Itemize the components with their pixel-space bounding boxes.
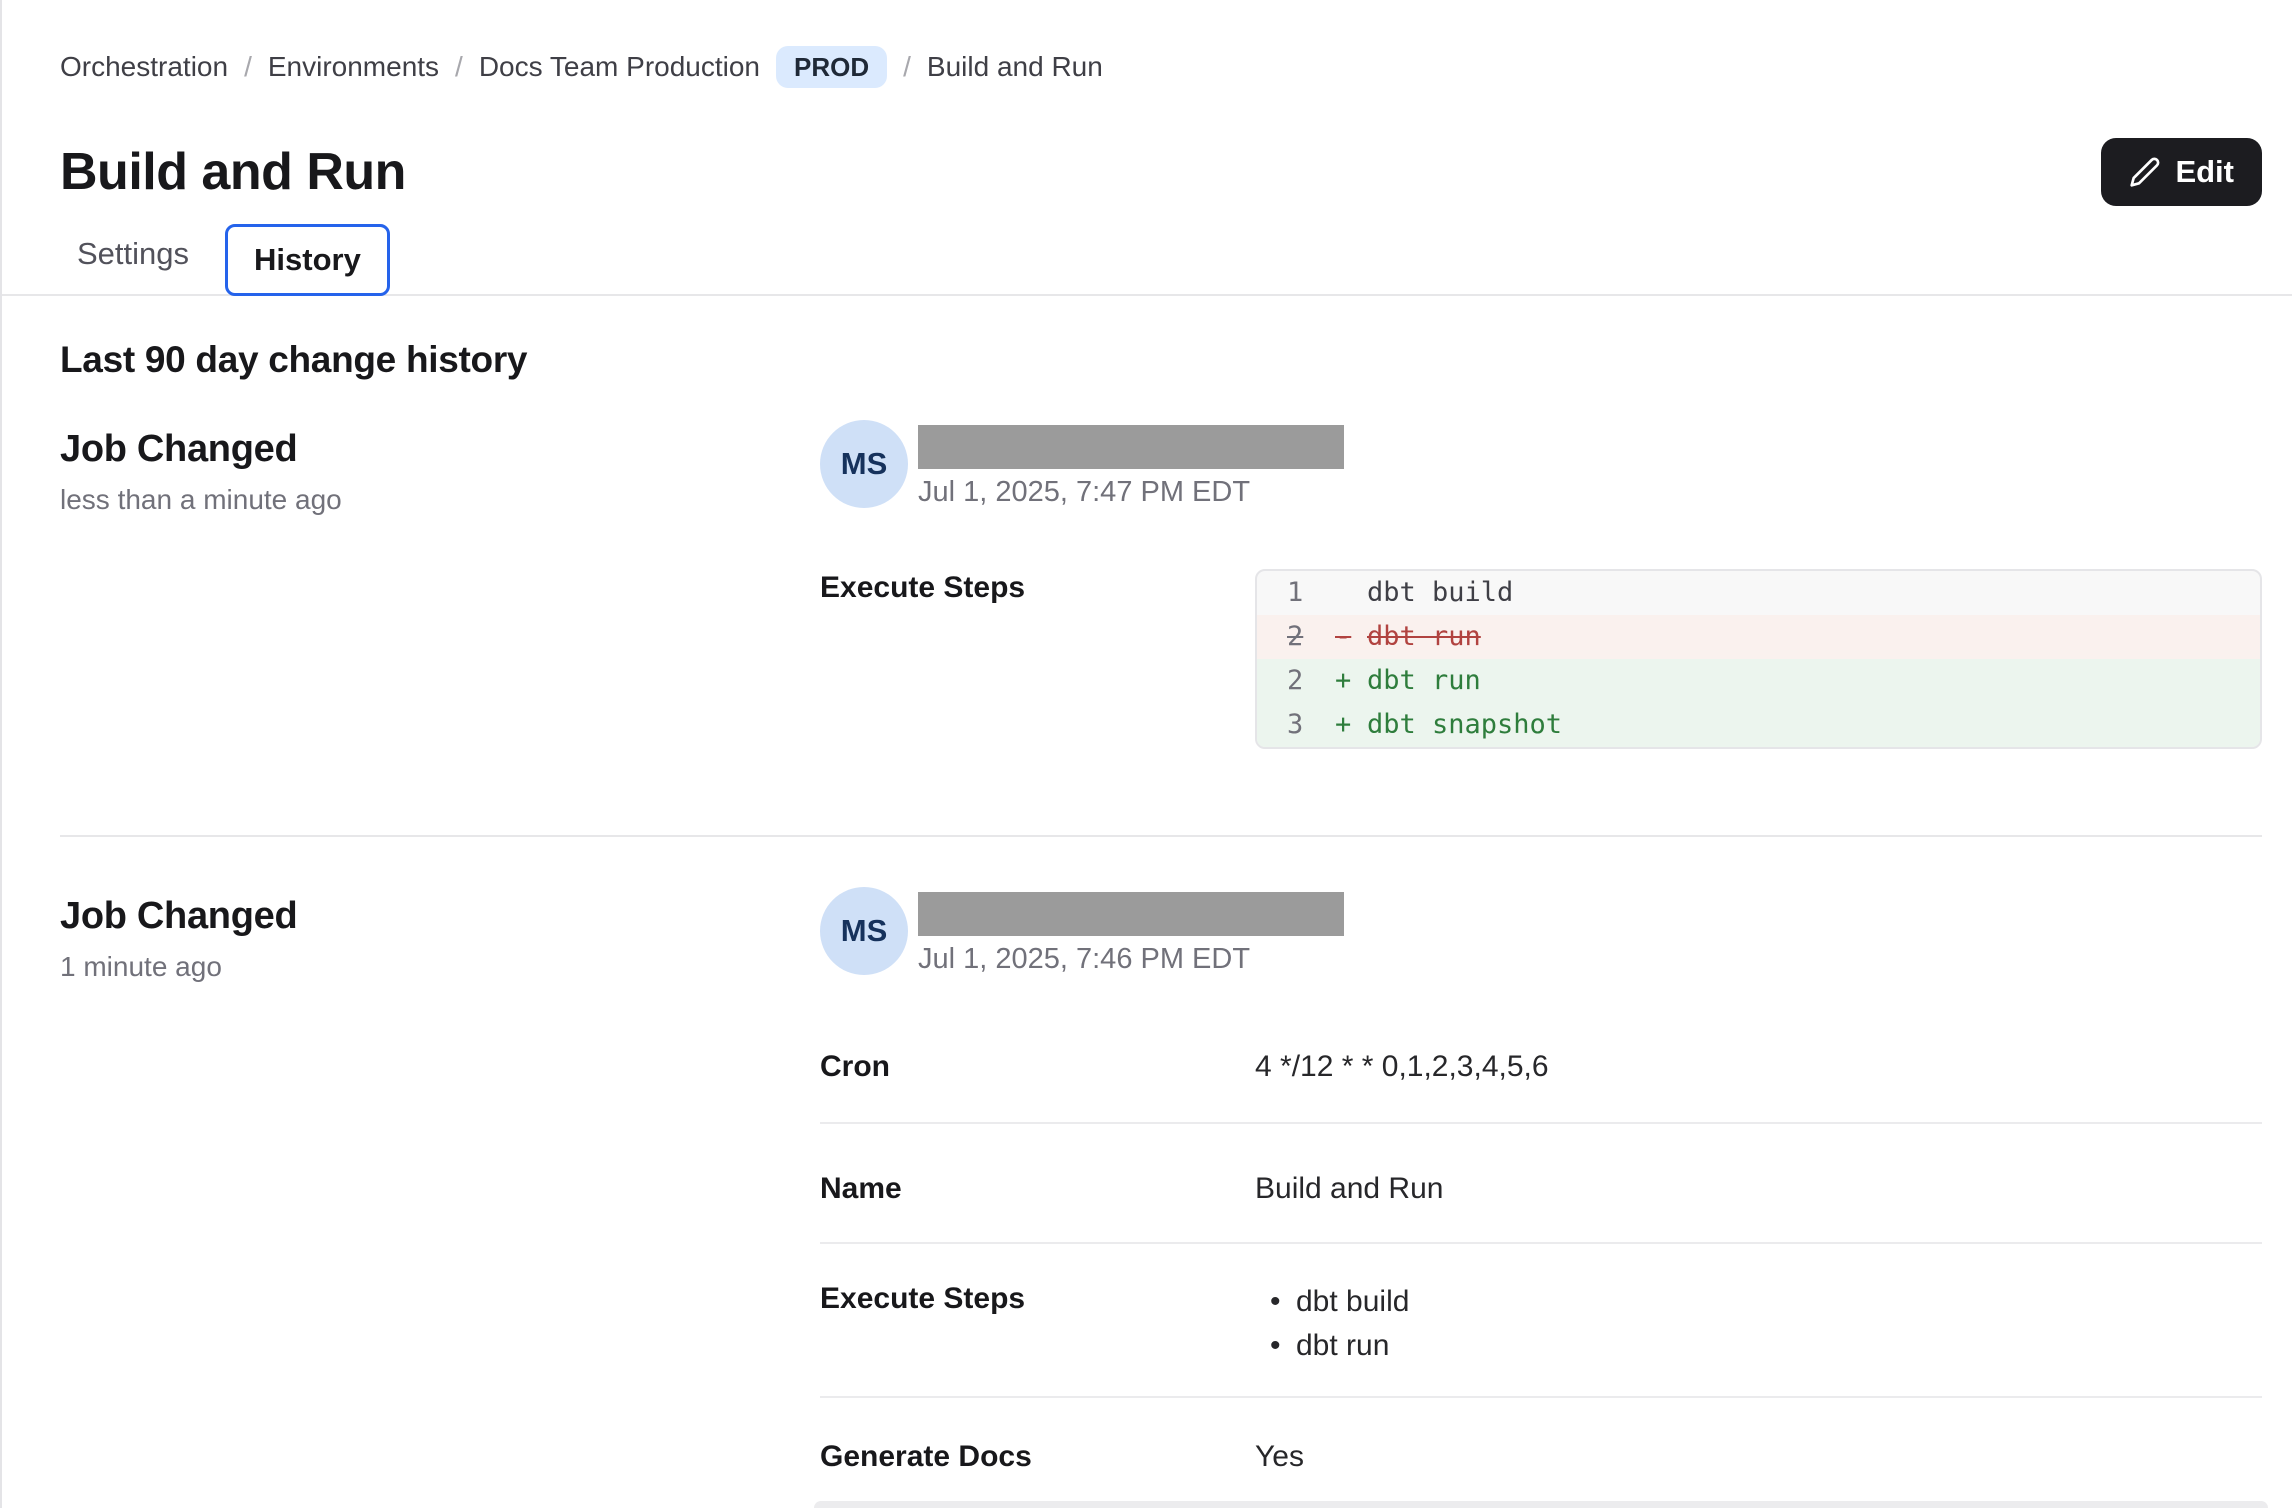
entry-timestamp: Jul 1, 2025, 7:46 PM EDT: [918, 943, 1344, 976]
entry-title: Job Changed: [60, 426, 820, 472]
breadcrumb-orchestration[interactable]: Orchestration: [60, 51, 228, 83]
author-block: MS Jul 1, 2025, 7:46 PM EDT: [820, 887, 2262, 976]
diff-line-number: 1: [1287, 574, 1335, 612]
tab-settings[interactable]: Settings: [60, 218, 211, 294]
redacted-user-name: [918, 425, 1344, 469]
tab-history[interactable]: History: [225, 224, 390, 296]
diff-line-number: 3: [1287, 706, 1335, 744]
field-row-execute-steps: Execute Steps dbt build dbt run: [820, 1244, 2262, 1398]
entry-time-ago: 1 minute ago: [60, 951, 820, 983]
redacted-user-name: [918, 892, 1344, 936]
edit-button[interactable]: Edit: [2101, 138, 2262, 206]
step-item: dbt build: [1255, 1280, 2262, 1324]
diff-line-context: 1 dbt build: [1257, 571, 2260, 615]
avatar: MS: [820, 420, 908, 508]
page-title: Build and Run: [60, 141, 406, 203]
prod-environment-badge: PROD: [776, 46, 887, 88]
field-label: Execute Steps: [820, 569, 1255, 749]
author-meta: Jul 1, 2025, 7:46 PM EDT: [918, 892, 1344, 976]
breadcrumb-separator: /: [903, 51, 911, 83]
history-entry: Job Changed 1 minute ago MS Jul 1, 2025,…: [60, 887, 2262, 1506]
field-row-execute-steps: Execute Steps 1 dbt build 2 - dbt run: [820, 569, 2262, 749]
diff-text: dbt run: [1367, 662, 1481, 700]
field-label: Execute Steps: [820, 1280, 1255, 1368]
next-entry-cutoff: [814, 1501, 2268, 1508]
breadcrumb-environments[interactable]: Environments: [268, 51, 439, 83]
field-value: dbt build dbt run: [1255, 1280, 2262, 1368]
field-value: Yes: [1255, 1438, 2262, 1476]
entry-summary: Job Changed 1 minute ago: [60, 887, 820, 1506]
entry-details: MS Jul 1, 2025, 7:46 PM EDT Cron 4 */12 …: [820, 887, 2262, 1506]
diff-text: dbt snapshot: [1367, 706, 1562, 744]
execute-steps-diff: 1 dbt build 2 - dbt run 2 + dbt run: [1255, 569, 2262, 749]
entry-divider: [60, 835, 2262, 837]
field-value: 1 dbt build 2 - dbt run 2 + dbt run: [1255, 569, 2262, 749]
job-history-page: Orchestration / Environments / Docs Team…: [2, 0, 2292, 1506]
field-label: Cron: [820, 1048, 1255, 1086]
field-row-generate-docs: Generate Docs Yes: [820, 1398, 2262, 1506]
field-label: Generate Docs: [820, 1438, 1255, 1476]
field-label: Name: [820, 1170, 1255, 1208]
tab-bar: Settings History: [2, 218, 2292, 296]
entry-time-ago: less than a minute ago: [60, 484, 820, 516]
diff-prefix: +: [1335, 662, 1367, 700]
field-row-cron: Cron 4 */12 * * 0,1,2,3,4,5,6: [820, 976, 2262, 1124]
diff-prefix: -: [1335, 618, 1367, 656]
breadcrumb-separator: /: [455, 51, 463, 83]
page-header: Build and Run Edit: [60, 138, 2262, 206]
breadcrumb-current-job: Build and Run: [927, 51, 1103, 83]
avatar: MS: [820, 887, 908, 975]
author-block: MS Jul 1, 2025, 7:47 PM EDT: [820, 420, 2262, 509]
pencil-icon: [2129, 156, 2161, 188]
field-value: Build and Run: [1255, 1170, 2262, 1208]
entry-details: MS Jul 1, 2025, 7:47 PM EDT Execute Step…: [820, 420, 2262, 749]
diff-line-removed: 2 - dbt run: [1257, 615, 2260, 659]
edit-button-label: Edit: [2175, 154, 2234, 190]
entry-summary: Job Changed less than a minute ago: [60, 420, 820, 749]
entry-title: Job Changed: [60, 893, 820, 939]
diff-text: dbt run: [1367, 618, 1481, 656]
diff-line-number: 2: [1287, 662, 1335, 700]
author-meta: Jul 1, 2025, 7:47 PM EDT: [918, 425, 1344, 509]
history-heading: Last 90 day change history: [60, 338, 2262, 382]
diff-line-added: 3 + dbt snapshot: [1257, 703, 2260, 747]
diff-text: dbt build: [1367, 574, 1513, 612]
step-item: dbt run: [1255, 1324, 2262, 1368]
execute-steps-list: dbt build dbt run: [1255, 1280, 2262, 1368]
field-value: 4 */12 * * 0,1,2,3,4,5,6: [1255, 1048, 2262, 1086]
breadcrumb: Orchestration / Environments / Docs Team…: [60, 0, 2262, 88]
breadcrumb-environment-name[interactable]: Docs Team Production: [479, 51, 760, 83]
breadcrumb-separator: /: [244, 51, 252, 83]
diff-line-added: 2 + dbt run: [1257, 659, 2260, 703]
entry-timestamp: Jul 1, 2025, 7:47 PM EDT: [918, 476, 1344, 509]
diff-line-number: 2: [1287, 618, 1335, 656]
diff-prefix: +: [1335, 706, 1367, 744]
history-entry: Job Changed less than a minute ago MS Ju…: [60, 420, 2262, 749]
field-row-name: Name Build and Run: [820, 1124, 2262, 1244]
